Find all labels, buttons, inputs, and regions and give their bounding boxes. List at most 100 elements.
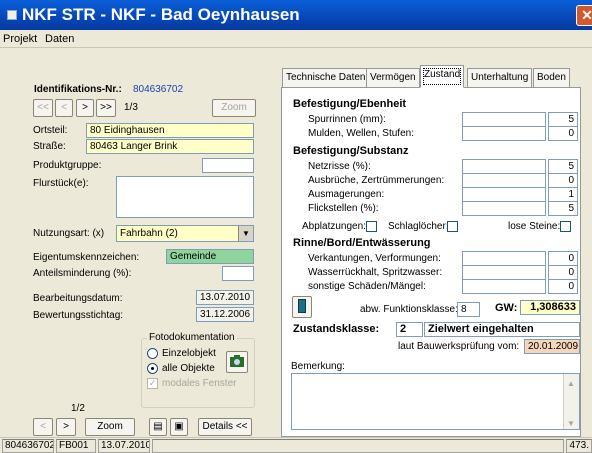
tab-vermoegen[interactable]: Vermögen	[366, 68, 420, 87]
produktgruppe-field[interactable]	[202, 158, 254, 173]
bearbeitung-field[interactable]: 13.07.2010	[196, 290, 254, 305]
bemerkung-scrollbar[interactable]: ▲ ▼	[563, 374, 579, 429]
lose-steine-checkbox[interactable]	[560, 221, 571, 232]
bemerkung-label: Bemerkung:	[291, 361, 345, 372]
nav-first-button[interactable]: <<	[33, 99, 53, 117]
menu-bar: Projekt Daten	[0, 30, 592, 48]
zoom-button-bottom[interactable]: Zoom	[85, 418, 135, 436]
ausmagerungen-field[interactable]: 1	[548, 187, 578, 202]
ausbrueche-field[interactable]: 0	[548, 173, 578, 188]
copy-button[interactable]: ▤	[149, 418, 167, 436]
netzrisse-bar[interactable]	[462, 159, 546, 174]
section-befestigung-ebenheit: Befestigung/Ebenheit	[293, 98, 407, 110]
menu-projekt[interactable]: Projekt	[3, 33, 37, 45]
section-rinne-bord: Rinne/Bord/Entwässerung	[293, 237, 431, 249]
gw-field[interactable]: 1,308633	[520, 300, 580, 315]
app-icon	[7, 10, 17, 20]
sonstige-bar[interactable]	[462, 279, 546, 294]
ortsteil-field[interactable]: 80 Eidinghausen	[86, 123, 254, 138]
ident-label: Identifikations-Nr.:	[34, 84, 122, 95]
pruefung-field[interactable]: 20.01.2009	[524, 339, 580, 354]
alle-objekte-radio[interactable]	[147, 363, 158, 374]
nav-last-button[interactable]: >>	[96, 99, 116, 117]
bemerkung-textarea[interactable]: ▲ ▼	[291, 373, 580, 430]
schlagloecher-checkbox[interactable]	[447, 221, 458, 232]
mulden-bar[interactable]	[462, 126, 546, 141]
abplatzungen-label: Abplatzungen:	[302, 221, 366, 232]
strasse-field[interactable]: 80463 Langer Brink	[86, 139, 254, 154]
camera-button[interactable]	[226, 351, 248, 373]
zustandsklasse-text: Zielwert eingehalten	[424, 322, 580, 337]
tab-boden[interactable]: Boden	[533, 68, 570, 87]
foto-title: Fotodokumentation	[147, 332, 237, 343]
anteil-field[interactable]	[222, 266, 254, 281]
schlagloecher-label: Schlaglöcher:	[388, 221, 449, 232]
sonstige-label: sonstige Schäden/Mängel:	[308, 281, 426, 292]
close-button[interactable]: ✕	[576, 5, 592, 26]
save-button[interactable]: ▣	[170, 418, 188, 436]
ident-value: 804636702	[133, 84, 184, 95]
spurrinnen-field[interactable]: 5	[548, 112, 578, 127]
details-button[interactable]: Details <<	[198, 418, 252, 436]
camera-icon	[230, 355, 244, 367]
abw-field[interactable]: 8	[457, 302, 480, 317]
nutzungsart-label: Nutzungsart: (x)	[33, 228, 105, 239]
netzrisse-label: Netzrisse (%):	[308, 161, 371, 172]
verkantungen-label: Verkantungen, Verformungen:	[308, 253, 441, 264]
wasser-field[interactable]: 0	[548, 265, 578, 280]
verkantungen-bar[interactable]	[462, 251, 546, 266]
bewertung-label: Bewertungsstichtag:	[33, 310, 124, 321]
status-right: 473.	[566, 439, 592, 453]
ausbrueche-label: Ausbrüche, Zertrümmerungen:	[308, 175, 445, 186]
status-date: 13.07.2010	[98, 439, 150, 453]
application-window: NKF STR - NKF - Bad Oeynhausen ✕ Projekt…	[0, 0, 592, 453]
flickstellen-bar[interactable]	[462, 201, 546, 216]
nutzungsart-select[interactable]: Fahrbahn (2) ▼	[116, 225, 254, 242]
status-code: FB001	[56, 439, 96, 453]
gw-label: GW:	[495, 302, 518, 314]
tab-technische-daten[interactable]: Technische Daten	[282, 68, 370, 87]
eigentum-field[interactable]: Gemeinde	[166, 249, 254, 264]
pruefung-label: laut Bauwerksprüfung vom:	[398, 341, 520, 352]
bewertung-field[interactable]: 31.12.2006	[196, 307, 254, 322]
spurrinnen-label: Spurrinnen (mm):	[308, 114, 386, 125]
einzelobjekt-label: Einzelobjekt	[162, 348, 216, 359]
status-id: 804636702	[2, 439, 54, 453]
calculator-icon	[298, 299, 306, 313]
copy-icon: ▤	[153, 421, 163, 432]
zustandsklasse-label: Zustandsklasse:	[293, 323, 380, 335]
netzrisse-field[interactable]: 5	[548, 159, 578, 174]
ausbrueche-bar[interactable]	[462, 173, 546, 188]
calculate-button[interactable]	[292, 296, 312, 318]
tab-unterhaltung[interactable]: Unterhaltung	[467, 68, 533, 87]
bottom-next-button[interactable]: >	[56, 418, 76, 436]
verkantungen-field[interactable]: 0	[548, 251, 578, 266]
scroll-down-icon[interactable]: ▼	[567, 417, 575, 429]
modales-checkbox[interactable]: ✓	[147, 378, 158, 389]
nav-next-button[interactable]: >	[76, 99, 94, 117]
flurstueck-field[interactable]	[116, 176, 254, 218]
section-befestigung-substanz: Befestigung/Substanz	[293, 145, 409, 157]
wasser-label: Wasserrückhalt, Spritzwasser:	[308, 267, 443, 278]
abplatzungen-checkbox[interactable]	[366, 221, 377, 232]
einzelobjekt-radio[interactable]	[147, 348, 158, 359]
mulden-field[interactable]: 0	[548, 126, 578, 141]
zoom-button-top[interactable]: Zoom	[212, 99, 256, 117]
bottom-prev-button[interactable]: <	[33, 418, 53, 436]
wasser-bar[interactable]	[462, 265, 546, 280]
mulden-label: Mulden, Wellen, Stufen:	[308, 128, 414, 139]
flickstellen-field[interactable]: 5	[548, 201, 578, 216]
chevron-down-icon[interactable]: ▼	[238, 226, 253, 241]
spurrinnen-bar[interactable]	[462, 112, 546, 127]
nav-prev-button[interactable]: <	[55, 99, 73, 117]
ausmagerungen-bar[interactable]	[462, 187, 546, 202]
scroll-up-icon[interactable]: ▲	[567, 377, 575, 390]
record-counter: 1/3	[124, 102, 138, 113]
window-title: NKF STR - NKF - Bad Oeynhausen	[22, 5, 300, 24]
ausmagerungen-label: Ausmagerungen:	[308, 189, 385, 200]
menu-daten[interactable]: Daten	[45, 33, 74, 45]
zustandsklasse-field[interactable]: 2	[396, 322, 423, 337]
sonstige-field[interactable]: 0	[548, 279, 578, 294]
flurstueck-label: Flurstück(e):	[33, 178, 89, 189]
tab-zustand[interactable]: Zustand	[420, 65, 465, 88]
